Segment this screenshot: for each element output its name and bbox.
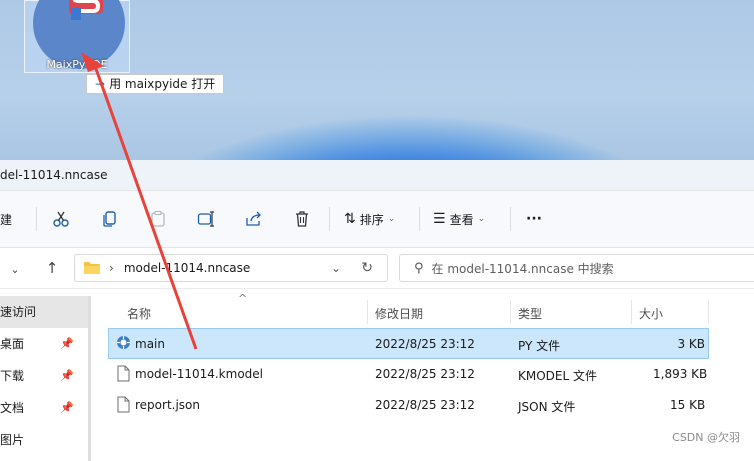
up-button[interactable]: ↑ (41, 257, 63, 279)
trash-icon (296, 211, 308, 227)
delete-button[interactable] (293, 207, 311, 231)
folder-icon (84, 262, 100, 274)
column-header-date[interactable]: 修改日期 (375, 305, 423, 322)
address-row: ⌄ ↑ › model-11014.nncase ⌄ ↻ ⚲ 在 model-1… (0, 248, 754, 289)
chevron-down-icon: ⌄ (387, 214, 396, 224)
sidebar-item-documents[interactable]: 文档 📌 (0, 392, 88, 424)
column-header-name[interactable]: 名称 (127, 305, 151, 322)
nav-recent-button[interactable]: ⌄ (4, 257, 26, 279)
sidebar-item-pictures[interactable]: 图片 (0, 424, 88, 456)
python-file-icon (117, 336, 130, 349)
file-type: PY 文件 (518, 339, 561, 353)
search-placeholder: 在 model-11014.nncase 中搜索 (431, 261, 614, 276)
column-divider[interactable] (631, 300, 632, 324)
refresh-icon[interactable]: ↻ (361, 260, 373, 276)
share-button[interactable] (245, 207, 263, 231)
file-row-report-json[interactable]: report.json 2022/8/25 23:12 JSON 文件 15 K… (108, 390, 754, 421)
sidebar-item-label: 图片 (0, 433, 25, 447)
copy-button[interactable] (101, 207, 119, 231)
column-divider[interactable] (367, 300, 368, 324)
share-icon (246, 211, 261, 226)
scissors-icon (53, 211, 69, 227)
view-label: 查看 (449, 212, 474, 227)
file-name: report.json (135, 398, 200, 412)
command-bar: 建 ⇅ 排序 ⌄ ☰ 查看 ⌄ ··· (0, 191, 754, 248)
maixpy-logo-icon (69, 0, 103, 20)
pin-icon: 📌 (60, 337, 74, 350)
pin-icon: 📌 (60, 401, 74, 414)
file-name: main (135, 337, 165, 351)
file-date: 2022/8/25 23:12 (375, 337, 475, 351)
file-row-main[interactable]: main 2022/8/25 23:12 PY 文件 3 KB (108, 328, 709, 359)
window-title: del-11014.nncase (0, 160, 754, 191)
file-type: KMODEL 文件 (518, 369, 597, 383)
more-label: ··· (526, 211, 542, 227)
file-icon (117, 365, 130, 382)
sort-label: 排序 (359, 212, 384, 227)
chevron-down-icon: ⌄ (477, 214, 486, 224)
file-row-kmodel[interactable]: model-11014.kmodel 2022/8/25 23:12 KMODE… (108, 359, 754, 390)
file-explorer-window: del-11014.nncase 建 ⇅ 排序 ⌄ ☰ 查看 ⌄ ··· ⌄ ↑… (0, 160, 754, 461)
file-date: 2022/8/25 23:12 (375, 367, 475, 381)
pin-icon: 📌 (60, 369, 74, 382)
arrow-up-icon: ↑ (45, 259, 59, 277)
file-icon (117, 396, 130, 413)
toolbar-divider (510, 207, 511, 231)
column-header-row: 名称 ^ 修改日期 类型 大小 (108, 292, 754, 328)
rename-icon (197, 211, 214, 227)
more-options-button[interactable]: ··· (526, 207, 542, 231)
sort-button[interactable]: ⇅ 排序 ⌄ (344, 207, 395, 231)
cut-button[interactable] (52, 207, 70, 231)
desktop: MaixPy IDE → 用 maixpyide 打开 (0, 0, 754, 160)
file-size: 15 KB (670, 398, 706, 412)
file-list: 名称 ^ 修改日期 类型 大小 main 2022/8/25 23:12 PY … (108, 292, 754, 421)
sidebar-item-label: 桌面 (0, 337, 25, 351)
file-date: 2022/8/25 23:12 (375, 398, 475, 412)
search-icon: ⚲ (414, 260, 424, 276)
arrow-icon: → (95, 77, 106, 91)
column-header-type[interactable]: 类型 (518, 305, 542, 322)
maixpy-ide-desktop-shortcut[interactable]: MaixPy IDE (24, 0, 130, 73)
view-button[interactable]: ☰ 查看 ⌄ (433, 207, 485, 231)
sort-icon: ⇅ (344, 211, 356, 227)
sidebar-item-label: 文档 (0, 401, 25, 415)
toolbar-divider (419, 207, 420, 231)
copy-icon (103, 211, 116, 227)
sidebar-item-label: 下载 (0, 369, 25, 383)
open-with-tooltip: → 用 maixpyide 打开 (86, 74, 225, 94)
paste-button[interactable] (149, 207, 167, 231)
desktop-icon-label: MaixPy IDE (46, 58, 108, 71)
sort-ascending-icon: ^ (238, 292, 248, 305)
address-bar[interactable]: › model-11014.nncase ⌄ ↻ (74, 254, 388, 282)
column-divider[interactable] (708, 300, 709, 324)
file-name: model-11014.kmodel (135, 367, 263, 381)
tooltip-text: 用 maixpyide 打开 (109, 77, 216, 91)
file-type: JSON 文件 (518, 400, 576, 414)
new-label: 建 (0, 212, 13, 227)
file-size: 1,893 KB (653, 367, 708, 381)
sidebar-item-downloads[interactable]: 下载 📌 (0, 360, 88, 392)
column-header-size[interactable]: 大小 (639, 305, 663, 322)
toolbar-divider (36, 207, 37, 231)
view-list-icon: ☰ (433, 211, 446, 227)
new-button[interactable]: 建 (0, 207, 12, 231)
sidebar-item-label: 速访问 (0, 305, 37, 319)
toolbar-divider (329, 207, 330, 231)
sidebar-item-desktop[interactable]: 桌面 📌 (0, 328, 88, 360)
rename-button[interactable] (197, 207, 215, 231)
breadcrumb-separator-icon: › (109, 261, 114, 275)
search-box[interactable]: ⚲ 在 model-11014.nncase 中搜索 (399, 254, 754, 282)
paste-icon (151, 210, 165, 227)
file-size: 3 KB (677, 337, 705, 351)
address-history-chevron-icon[interactable]: ⌄ (331, 261, 341, 275)
chevron-down-icon: ⌄ (10, 263, 20, 276)
sidebar-scrollbar[interactable] (88, 296, 91, 461)
watermark: CSDN @欠羽 (672, 431, 740, 444)
sidebar-item-quick-access[interactable]: 速访问 (0, 296, 88, 328)
breadcrumb-current[interactable]: model-11014.nncase (124, 261, 250, 275)
navigation-pane: 速访问 桌面 📌 下载 📌 文档 📌 图片 (0, 296, 91, 461)
column-divider[interactable] (510, 300, 511, 324)
